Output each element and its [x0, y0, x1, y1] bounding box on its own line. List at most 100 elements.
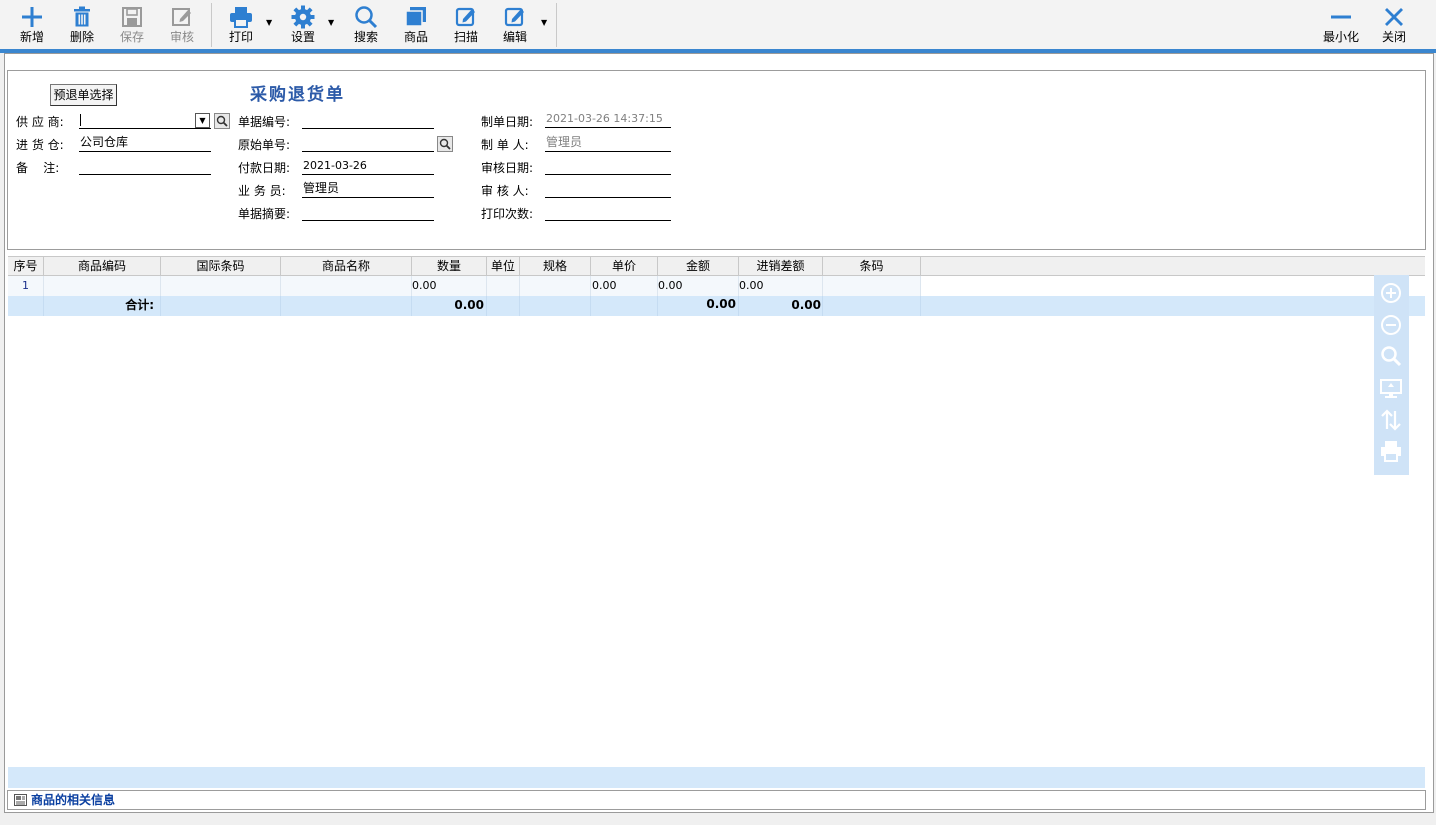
product-grid[interactable]: 序号 商品编码 国际条码 商品名称 数量 单位 规格 单价 金额 进销差额 条码…	[8, 256, 1425, 788]
summary-label: 单据摘要:	[238, 207, 291, 221]
total-amount: 0.00	[658, 296, 739, 316]
product-button[interactable]: 商品	[391, 4, 441, 48]
col-header-spec[interactable]: 规格	[520, 257, 591, 276]
product-window-icon	[405, 7, 426, 27]
search-button[interactable]: 搜索	[341, 4, 391, 48]
cell-price-diff[interactable]: 0.00	[739, 276, 823, 296]
auditor-field	[545, 180, 671, 198]
add-button[interactable]: 新增	[7, 4, 57, 48]
col-header-quantity[interactable]: 数量	[412, 257, 487, 276]
supplier-combobox[interactable]	[79, 111, 211, 129]
cell-amount[interactable]: 0.00	[658, 276, 739, 296]
monitor-icon[interactable]	[1379, 376, 1403, 400]
edit-icon	[172, 8, 191, 26]
save-button-label: 保存	[119, 30, 144, 44]
orig-no-field[interactable]	[302, 134, 434, 152]
header-form-panel	[7, 70, 1426, 250]
cell-product-name[interactable]	[281, 276, 412, 296]
create-date-label: 制单日期:	[481, 115, 534, 129]
cell-quantity[interactable]: 0.00	[412, 276, 487, 296]
audit-date-field	[545, 157, 671, 175]
toolbar: 新增 删除 保存 审核 打印 ▼ 设置 ▼ 搜索 商品 扫描 编辑 ▼ 最小化 …	[0, 0, 1436, 49]
cell-spec[interactable]	[520, 276, 591, 296]
settings-dropdown-arrow-icon[interactable]: ▼	[328, 19, 336, 27]
col-header-product-name[interactable]: 商品名称	[281, 257, 412, 276]
print-dropdown-arrow-icon[interactable]: ▼	[266, 19, 274, 27]
doc-no-label: 单据编号:	[238, 115, 291, 129]
scan-button-label: 扫描	[453, 30, 478, 44]
col-header-intl-barcode[interactable]: 国际条码	[161, 257, 281, 276]
col-header-product-code[interactable]: 商品编码	[44, 257, 161, 276]
audit-date-label: 审核日期:	[481, 161, 534, 175]
col-header-unit[interactable]: 单位	[487, 257, 520, 276]
pre-return-select-button[interactable]: 预退单选择	[50, 84, 117, 106]
table-row[interactable]: 1 0.00 0.00 0.00 0.00	[8, 276, 1425, 296]
plus-icon	[22, 7, 42, 27]
scan-edit-icon	[455, 7, 475, 27]
cell-seq[interactable]: 1	[8, 276, 44, 296]
total-empty-cell	[591, 296, 658, 316]
cell-unit-price[interactable]: 0.00	[591, 276, 658, 296]
zoom-in-icon[interactable]	[1379, 281, 1403, 305]
cell-unit[interactable]	[487, 276, 520, 296]
salesman-label: 业 务 员:	[238, 184, 286, 198]
add-button-label: 新增	[19, 30, 44, 44]
edit-button-label: 编辑	[502, 30, 527, 44]
col-header-seq[interactable]: 序号	[8, 257, 44, 276]
sort-icon[interactable]	[1379, 408, 1403, 432]
save-button[interactable]: 保存	[107, 4, 157, 48]
print-count-label: 打印次数:	[481, 207, 534, 221]
col-header-unit-price[interactable]: 单价	[591, 257, 658, 276]
total-empty-cell	[520, 296, 591, 316]
auditor-label: 审 核 人:	[481, 184, 529, 198]
grid-footer-band	[8, 767, 1425, 788]
audit-button-label: 审核	[169, 30, 194, 44]
cell-product-code[interactable]	[44, 276, 161, 296]
total-empty-cell	[823, 296, 921, 316]
summary-field[interactable]	[302, 203, 434, 221]
search-icon[interactable]	[1379, 344, 1403, 368]
total-price-diff: 0.00	[739, 296, 823, 316]
cell-barcode[interactable]	[823, 276, 921, 296]
minimize-button-label: 最小化	[1322, 30, 1359, 44]
warehouse-label: 进 货 仓:	[16, 138, 64, 152]
total-label: 合计:	[44, 296, 161, 316]
close-button[interactable]: 关闭	[1369, 4, 1419, 48]
cell-intl-barcode[interactable]	[161, 276, 281, 296]
product-button-label: 商品	[403, 30, 428, 44]
total-seq-cell	[8, 296, 44, 316]
col-header-price-diff[interactable]: 进销差额	[739, 257, 823, 276]
print-button[interactable]: 打印	[216, 4, 266, 48]
orig-no-lookup-button[interactable]	[437, 136, 453, 152]
printer-icon	[230, 7, 252, 28]
magnifier-icon	[216, 115, 228, 127]
orig-no-label: 原始单号:	[238, 138, 291, 152]
col-header-barcode[interactable]: 条码	[823, 257, 921, 276]
zoom-out-icon[interactable]	[1379, 313, 1403, 337]
delete-button[interactable]: 删除	[57, 4, 107, 48]
close-icon	[1385, 8, 1403, 26]
salesman-field[interactable]: 管理员	[302, 180, 434, 198]
supplier-lookup-button[interactable]	[214, 113, 230, 129]
supplier-dropdown-arrow-icon[interactable]: ▼	[195, 113, 210, 128]
settings-button-label: 设置	[290, 30, 315, 44]
remark-field[interactable]	[79, 157, 211, 175]
pay-date-field[interactable]: 2021-03-26	[302, 157, 434, 175]
doc-no-field[interactable]	[302, 111, 434, 129]
scan-button[interactable]: 扫描	[441, 4, 491, 48]
audit-button[interactable]: 审核	[157, 4, 207, 48]
edit-button[interactable]: 编辑	[490, 4, 540, 48]
create-date-field: 2021-03-26 14:37:15	[545, 110, 671, 128]
close-button-label: 关闭	[1381, 30, 1406, 44]
edit-dropdown-arrow-icon[interactable]: ▼	[541, 19, 549, 27]
printer-icon[interactable]	[1379, 439, 1403, 463]
text-cursor	[80, 113, 81, 126]
product-info-label: 商品的相关信息	[31, 793, 116, 807]
col-header-amount[interactable]: 金额	[658, 257, 739, 276]
grid-header: 序号 商品编码 国际条码 商品名称 数量 单位 规格 单价 金额 进销差额 条码	[8, 256, 1425, 276]
settings-button[interactable]: 设置	[278, 4, 328, 48]
toolbar-separator	[556, 3, 557, 47]
warehouse-field[interactable]: 公司仓库	[79, 134, 211, 152]
product-info-bar[interactable]: 商品的相关信息	[7, 790, 1426, 810]
minimize-button[interactable]: 最小化	[1316, 4, 1366, 48]
